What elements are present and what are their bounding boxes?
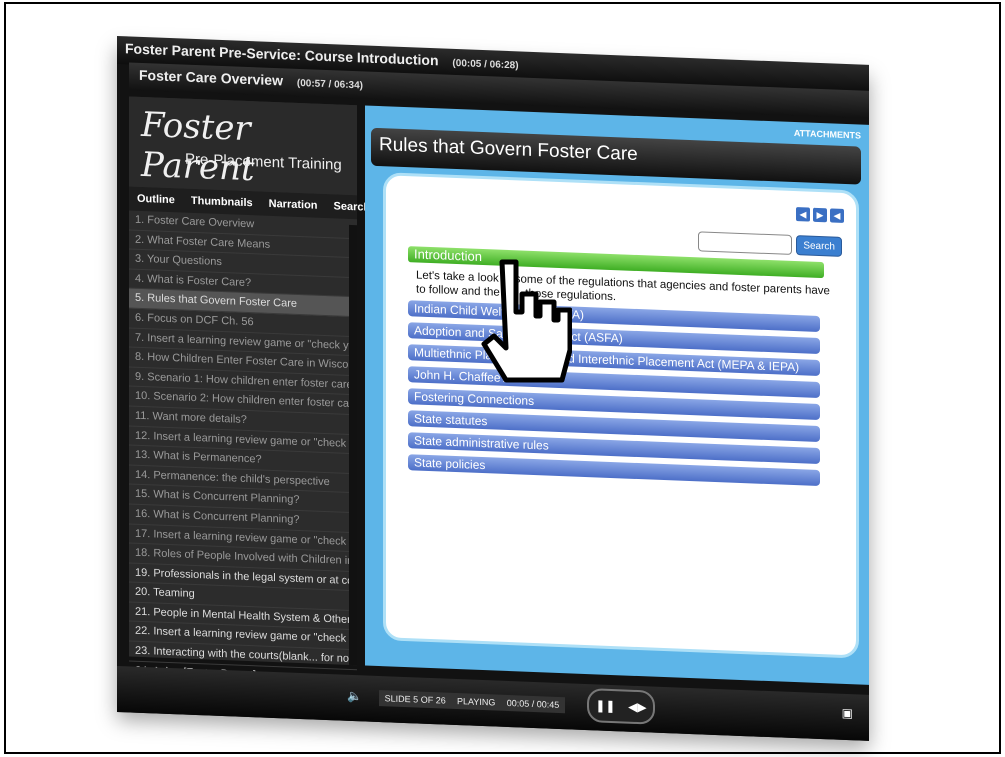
prev-next-icon[interactable]: ◀▶ — [628, 700, 646, 715]
content-panel: ◀ ▶ ◀ Search Introduction Let's take a l… — [383, 172, 859, 659]
prev-icon[interactable]: ◀ — [796, 207, 810, 222]
search-button[interactable]: Search — [796, 235, 842, 257]
volume-icon[interactable]: 🔈 — [347, 689, 362, 704]
play-state: PLAYING — [457, 696, 496, 708]
play-time: 00:05 / 00:45 — [506, 697, 560, 710]
tab-outline[interactable]: Outline — [137, 193, 175, 206]
sub-title: Foster Care Overview — [139, 66, 283, 89]
tab-narration[interactable]: Narration — [269, 198, 318, 212]
tab-thumbnails[interactable]: Thumbnails — [191, 195, 253, 209]
back-icon[interactable]: ◀ — [830, 208, 844, 223]
fullscreen-icon[interactable]: ▣ — [842, 706, 853, 720]
status-box: SLIDE 5 OF 26 PLAYING 00:05 / 00:45 — [379, 690, 565, 714]
course-player: Foster Parent Pre-Service: Course Introd… — [117, 36, 869, 741]
playback-controls: ❚❚ ◀▶ — [587, 688, 655, 725]
logo-script: Foster Parent — [141, 104, 255, 190]
pause-icon[interactable]: ❚❚ — [595, 698, 615, 713]
attachments-link[interactable]: ATTACHMENTS — [794, 128, 861, 141]
logo: Foster Parent Pre-Placement Training — [129, 96, 357, 196]
slide-content: ATTACHMENTS Rules that Govern Foster Car… — [365, 105, 869, 685]
accordion-list: Indian Child Welfare Act (ICWA) Adoption… — [408, 300, 820, 492]
search-box: Search — [698, 231, 842, 257]
window-time: (00:05 / 06:28) — [452, 57, 519, 72]
outline-scrollbar[interactable] — [349, 224, 357, 666]
slide-counter: SLIDE 5 OF 26 — [384, 693, 446, 706]
sub-time: (00:57 / 06:34) — [296, 77, 364, 92]
sidebar: Foster Parent Pre-Placement Training Out… — [129, 96, 370, 690]
hand-cursor-icon — [481, 259, 572, 383]
search-input[interactable] — [698, 231, 793, 255]
next-icon[interactable]: ▶ — [813, 207, 827, 223]
slide-nav: ◀ ▶ ◀ — [796, 207, 844, 223]
outline-list: 1. Foster Care Overview 2. What Foster C… — [129, 210, 357, 690]
